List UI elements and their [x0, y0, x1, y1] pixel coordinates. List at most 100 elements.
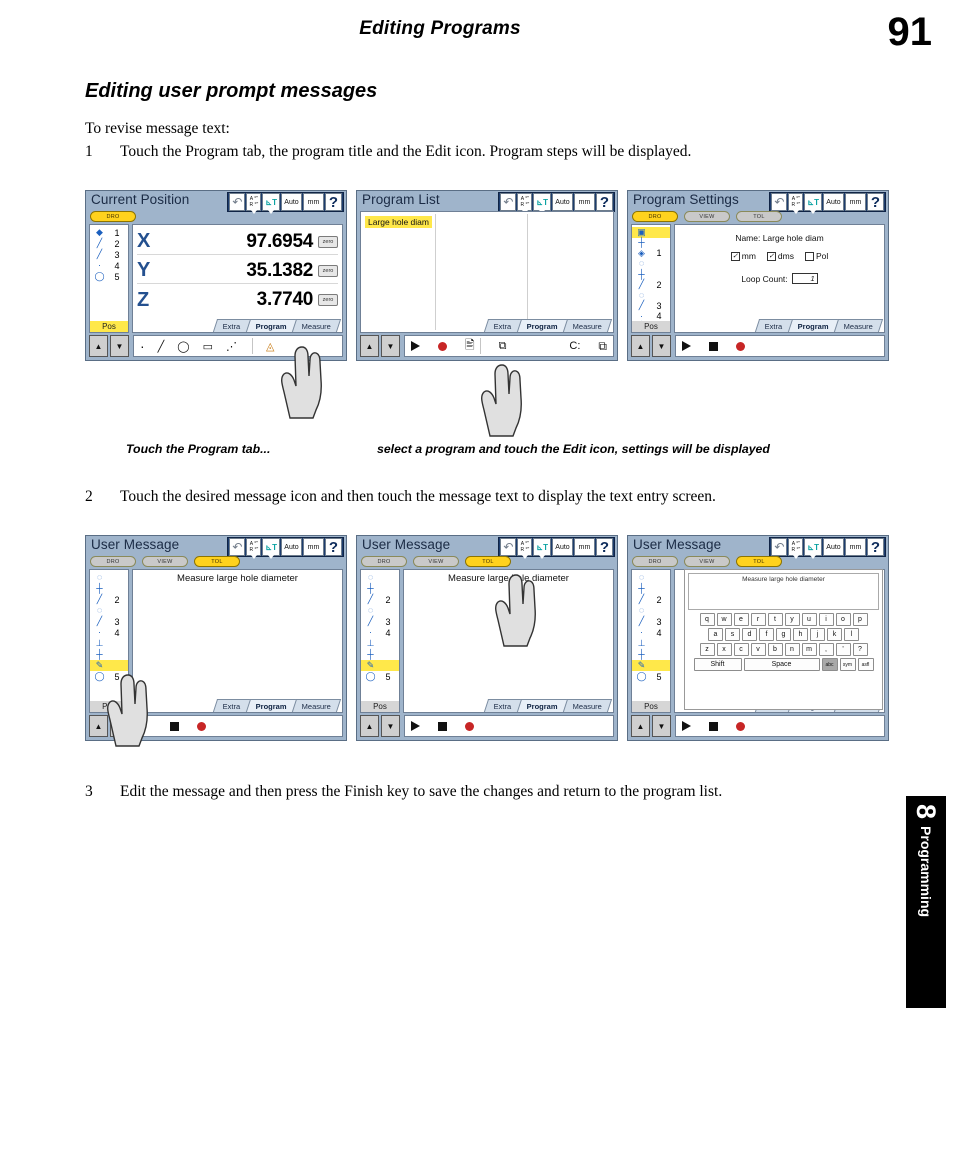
- key-l[interactable]: l: [844, 628, 859, 641]
- scroll-buttons[interactable]: ▲ ▼: [89, 715, 129, 737]
- rail-item-message[interactable]: ✎: [361, 660, 399, 671]
- key-m[interactable]: m: [801, 643, 817, 656]
- units-button[interactable]: mm: [574, 538, 595, 556]
- checkbox-dms[interactable]: ✓ dms: [766, 251, 794, 261]
- shot5-feature-rail[interactable]: ◌ ┼ ╱ 2 ◌ ╱ 3 · 4 ⊥ ┼ ✎ ◯ 5: [360, 569, 400, 713]
- scroll-buttons[interactable]: ▲ ▼: [360, 335, 400, 357]
- undo-icon[interactable]: ↶: [771, 193, 788, 211]
- angle-icon[interactable]: ◬: [266, 340, 274, 353]
- run-program-icon[interactable]: [682, 341, 691, 351]
- tol-pill[interactable]: TOL: [465, 556, 511, 567]
- key-g[interactable]: g: [776, 628, 791, 641]
- angle-units-icon[interactable]: A °" R °": [246, 193, 262, 214]
- record-program-icon[interactable]: [197, 721, 206, 731]
- pos-pill[interactable]: Pos: [631, 701, 671, 713]
- key-f[interactable]: f: [759, 628, 774, 641]
- scroll-down-icon[interactable]: ▼: [110, 715, 129, 737]
- key-x[interactable]: x: [716, 643, 732, 656]
- key-r[interactable]: r: [750, 613, 766, 626]
- shot1-feature-rail[interactable]: ◆ 1 ╱ 2 ╱ 3 · 4 ◯ 5: [89, 224, 129, 333]
- skew-icon[interactable]: ⋰: [226, 340, 237, 353]
- key-mode-asfl[interactable]: asfl: [857, 658, 874, 671]
- help-icon[interactable]: ?: [596, 193, 613, 211]
- datum-axis-icon[interactable]: ⊾ T: [262, 193, 280, 214]
- new-program-icon[interactable]: ⧉: [598, 339, 607, 354]
- key-space[interactable]: Space: [743, 658, 820, 671]
- units-button[interactable]: mm: [303, 193, 324, 211]
- key-d[interactable]: d: [742, 628, 757, 641]
- units-button[interactable]: mm: [845, 193, 866, 211]
- tab-program[interactable]: Program: [245, 699, 297, 712]
- shot2-list-pane[interactable]: Large hole diam Extra Program Measure: [360, 211, 614, 333]
- undo-icon[interactable]: ↶: [500, 193, 517, 211]
- scroll-up-icon[interactable]: ▲: [631, 715, 650, 737]
- slot-icon[interactable]: ▭: [203, 340, 213, 353]
- scroll-buttons[interactable]: ▲ ▼: [631, 715, 671, 737]
- key-q[interactable]: q: [699, 613, 715, 626]
- scroll-up-icon[interactable]: ▲: [89, 715, 108, 737]
- key-apostrophe[interactable]: ': [835, 643, 851, 656]
- angle-units-icon[interactable]: A °" R °": [246, 538, 262, 559]
- key-u[interactable]: u: [801, 613, 817, 626]
- key-t[interactable]: t: [767, 613, 783, 626]
- help-icon[interactable]: ?: [596, 538, 613, 556]
- tab-program[interactable]: Program: [245, 319, 297, 332]
- key-s[interactable]: s: [725, 628, 740, 641]
- view-pill[interactable]: VIEW: [684, 211, 730, 222]
- key-e[interactable]: e: [733, 613, 749, 626]
- key-z[interactable]: z: [699, 643, 715, 656]
- tab-program[interactable]: Program: [516, 319, 568, 332]
- shot6-feature-rail[interactable]: ◌ ┼ ╱ 2 ◌ ╱ 3 · 4 ⊥ ┼ ✎ ◯ 5: [631, 569, 671, 713]
- units-button[interactable]: mm: [303, 538, 324, 556]
- angle-units-icon[interactable]: A °" R °": [517, 193, 533, 214]
- pos-pill[interactable]: Pos: [89, 701, 129, 713]
- scroll-up-icon[interactable]: ▲: [631, 335, 650, 357]
- zero-axis-button[interactable]: zero: [318, 264, 338, 277]
- undo-icon[interactable]: ↶: [229, 538, 246, 556]
- key-b[interactable]: b: [767, 643, 783, 656]
- tab-measure[interactable]: Measure: [562, 319, 613, 332]
- help-icon[interactable]: ?: [867, 538, 884, 556]
- dro-pill[interactable]: DRO: [632, 556, 678, 567]
- units-button[interactable]: mm: [574, 193, 595, 211]
- shot4-tabs[interactable]: Extra Program Measure: [213, 699, 342, 712]
- datum-axis-icon[interactable]: ⊾ T: [804, 193, 822, 214]
- tol-pill[interactable]: TOL: [736, 211, 782, 222]
- scroll-buttons[interactable]: ▲ ▼: [360, 715, 400, 737]
- edit-program-icon[interactable]: 🖹: [465, 336, 475, 357]
- key-o[interactable]: o: [835, 613, 851, 626]
- scroll-down-icon[interactable]: ▼: [652, 715, 671, 737]
- datum-axis-icon[interactable]: ⊾ T: [533, 538, 551, 559]
- datum-axis-icon[interactable]: ⊾ T: [804, 538, 822, 559]
- angle-units-icon[interactable]: A °" R °": [788, 193, 804, 214]
- tol-pill[interactable]: TOL: [194, 556, 240, 567]
- dro-pill[interactable]: DRO: [90, 211, 136, 222]
- point-icon[interactable]: ·: [140, 338, 145, 354]
- dro-row-x[interactable]: X 97.6954 zero: [137, 229, 338, 255]
- auto-mode-button[interactable]: Auto: [823, 193, 844, 211]
- dro-row-z[interactable]: Z 3.7740 zero: [137, 287, 338, 313]
- shot3-tabs[interactable]: Extra Program Measure: [755, 319, 884, 332]
- tab-measure[interactable]: Measure: [562, 699, 613, 712]
- scroll-up-icon[interactable]: ▲: [89, 335, 108, 357]
- key-mode-sym[interactable]: sym: [839, 658, 856, 671]
- pos-pill[interactable]: Pos: [360, 701, 400, 713]
- circle-icon[interactable]: ◯: [177, 340, 189, 353]
- key-y[interactable]: y: [784, 613, 800, 626]
- scroll-down-icon[interactable]: ▼: [381, 335, 400, 357]
- stop-program-icon[interactable]: [438, 721, 447, 731]
- shot2-tabs[interactable]: Extra Program Measure: [484, 319, 613, 332]
- stop-program-icon[interactable]: [709, 721, 718, 731]
- record-program-icon[interactable]: [736, 721, 745, 731]
- record-program-icon[interactable]: [736, 341, 745, 351]
- auto-mode-button[interactable]: Auto: [823, 538, 844, 556]
- datum-axis-icon[interactable]: ⊾ T: [262, 538, 280, 559]
- shot1-tabs[interactable]: Extra Program Measure: [213, 319, 342, 332]
- tab-measure[interactable]: Measure: [291, 699, 342, 712]
- key-j[interactable]: j: [810, 628, 825, 641]
- tol-pill[interactable]: TOL: [736, 556, 782, 567]
- shot3-feature-rail[interactable]: ▣ ┼ ◈1 ◌ ┼ ╱2 ◌ ╱3 ·4 ┼: [631, 224, 671, 333]
- key-p[interactable]: p: [852, 613, 868, 626]
- scroll-down-icon[interactable]: ▼: [652, 335, 671, 357]
- scroll-down-icon[interactable]: ▼: [110, 335, 129, 357]
